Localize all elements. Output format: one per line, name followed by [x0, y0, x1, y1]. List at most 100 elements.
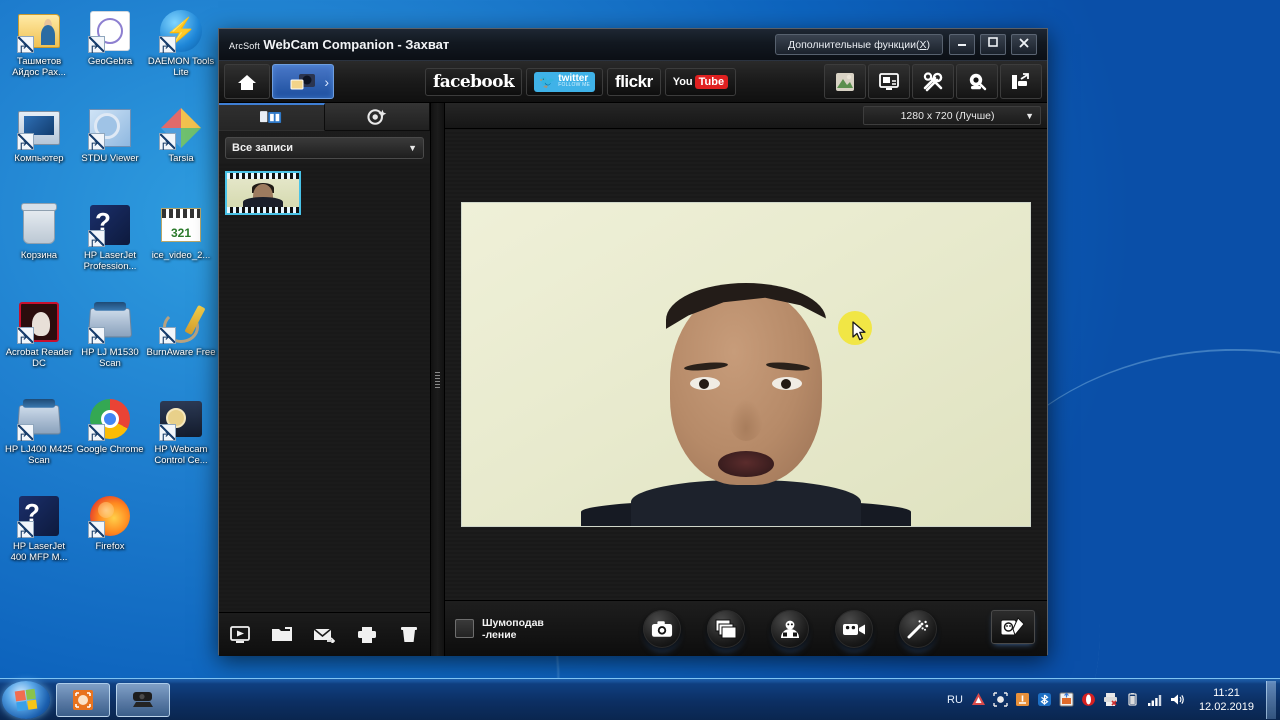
close-button[interactable] — [1011, 34, 1037, 55]
desktop-icon[interactable]: Компьютер — [4, 101, 74, 198]
desktop-icon[interactable]: HP LaserJet 400 MFP M... — [4, 489, 74, 586]
recording-thumbnail[interactable] — [225, 171, 301, 215]
start-button[interactable] — [2, 680, 50, 719]
person-eye-left — [690, 377, 720, 390]
photo-gallery-button[interactable] — [824, 64, 866, 99]
hp-webcam-control-icon — [158, 396, 204, 444]
arcsoft-webcam-companion-window: ArcSoft WebCam Companion - Захват Дополн… — [218, 28, 1048, 656]
camera-icon — [651, 620, 673, 637]
frames-button[interactable] — [991, 610, 1035, 644]
minimize-button[interactable] — [949, 34, 975, 55]
capture-mode-button[interactable] — [272, 64, 334, 99]
twitter-badge: 🐦 twitter FOLLOW ME — [534, 71, 596, 92]
print-button[interactable] — [354, 622, 380, 648]
taskbar-item-converter[interactable] — [56, 682, 110, 717]
desktop-icon[interactable]: STDU Viewer — [75, 101, 145, 198]
network-tray-icon[interactable] — [1147, 692, 1163, 708]
windows-taskbar: RU 11:21 12.02.2019 — [0, 678, 1280, 720]
camera-star-icon — [367, 108, 387, 125]
battery-tray-icon[interactable] — [1125, 692, 1141, 708]
webcam-settings-button[interactable] — [956, 64, 998, 99]
desktop-icon[interactable]: BurnAware Free — [146, 295, 216, 392]
google-chrome-icon — [87, 396, 133, 444]
flickr-button[interactable]: flickr — [607, 67, 661, 96]
avast-tray-icon[interactable] — [971, 692, 987, 708]
desktop-icon-label: Корзина — [20, 250, 58, 261]
scanner-icon-art — [87, 308, 133, 338]
youtube-button[interactable]: You Tube — [664, 67, 737, 96]
webcam-preview[interactable] — [461, 202, 1031, 527]
envelope-icon — [313, 627, 336, 643]
user-folder-icon-art — [18, 14, 60, 48]
opera-tray-icon[interactable] — [1081, 692, 1097, 708]
screen-settings-button[interactable] — [868, 64, 910, 99]
delete-button[interactable] — [396, 622, 422, 648]
desktop-icon[interactable]: HP LJ400 M425 Scan — [4, 392, 74, 489]
capture-bottom-bar: Шумоподав -ление — [445, 600, 1047, 656]
desktop-icon-label: Ташметов Айдос Рах... — [12, 56, 66, 78]
noise-reduction-checkbox[interactable] — [455, 619, 474, 638]
recordings-list — [219, 163, 430, 612]
person-nose — [729, 399, 763, 441]
desktop-icon[interactable]: HP LaserJet Profession... — [75, 198, 145, 295]
play-button[interactable] — [227, 622, 253, 648]
video-camera-icon — [843, 623, 865, 635]
update-tray-icon[interactable] — [1059, 692, 1075, 708]
splitter-grip-icon — [435, 371, 440, 388]
recordings-filter-select[interactable]: Все записи ▼ — [225, 137, 424, 159]
magic-effects-button[interactable] — [899, 609, 937, 648]
preview-side: 1280 x 720 (Лучше) ▼ Шумоподав -ление — [445, 103, 1047, 656]
desktop-icon-label: Tarsia — [168, 153, 194, 164]
home-button[interactable] — [224, 64, 270, 99]
facebook-button[interactable]: facebook — [425, 67, 523, 96]
bluetooth-tray-icon[interactable] — [1037, 692, 1053, 708]
open-folder-button[interactable] — [269, 622, 295, 648]
extra-functions-button[interactable]: Дополнительные функции(X) — [775, 34, 943, 55]
taskbar-item-webcam[interactable] — [116, 682, 170, 717]
record-video-button[interactable] — [835, 609, 873, 648]
orange-tray-icon[interactable] — [1015, 692, 1031, 708]
desktop-icon[interactable]: DAEMON Tools Lite — [146, 4, 216, 101]
noise-reduction-group: Шумоподав -ление — [455, 617, 605, 641]
export-device-button[interactable] — [1000, 64, 1042, 99]
mask-effect-button[interactable] — [771, 609, 809, 648]
email-button[interactable] — [311, 622, 337, 648]
panel-tab-strip — [219, 103, 430, 131]
desktop-icon[interactable]: ice_video_2... — [146, 198, 216, 295]
maximize-button[interactable] — [980, 34, 1006, 55]
printer-tray-icon[interactable] — [1103, 692, 1119, 708]
desktop-icon[interactable]: Корзина — [4, 198, 74, 295]
home-icon — [238, 74, 256, 90]
capture-photo-button[interactable] — [643, 609, 681, 648]
desktop-icon[interactable]: HP LJ M1530 Scan — [75, 295, 145, 392]
capture-buttons-group — [643, 609, 937, 648]
desktop-icon[interactable]: Firefox — [75, 489, 145, 586]
desktop-icon[interactable]: HP Webcam Control Ce... — [146, 392, 216, 489]
burnaware-icon — [158, 299, 204, 347]
desktop-icon-label: Google Chrome — [76, 444, 144, 455]
show-desktop-button[interactable] — [1266, 680, 1276, 719]
desktop-icon[interactable]: Ташметов Айдос Рах... — [4, 4, 74, 101]
tab-media-library[interactable] — [219, 103, 325, 131]
volume-tray-icon[interactable] — [1169, 692, 1185, 708]
tools-button[interactable] — [912, 64, 954, 99]
stdu-viewer-icon — [87, 105, 133, 153]
desktop-icon-label: STDU Viewer — [81, 153, 139, 164]
desktop-icon[interactable]: GeoGebra — [75, 4, 145, 101]
tab-effects[interactable] — [324, 103, 430, 131]
desktop-icon-label: HP LaserJet 400 MFP M... — [10, 541, 68, 563]
desktop-icon[interactable]: Google Chrome — [75, 392, 145, 489]
pupil — [699, 379, 709, 389]
twitter-text: twitter FOLLOW ME — [558, 73, 590, 89]
panel-splitter[interactable] — [431, 103, 445, 656]
window-title-separator: - — [397, 37, 402, 52]
twitter-button[interactable]: 🐦 twitter FOLLOW ME — [526, 67, 604, 96]
resolution-select[interactable]: 1280 x 720 (Лучше) ▼ — [863, 106, 1041, 125]
hp-laserjet-help-icon-art — [19, 496, 59, 536]
clock[interactable]: 11:21 12.02.2019 — [1199, 686, 1254, 714]
desktop-icon[interactable]: Tarsia — [146, 101, 216, 198]
desktop-icon[interactable]: Acrobat Reader DC — [4, 295, 74, 392]
burst-capture-button[interactable] — [707, 609, 745, 648]
language-indicator[interactable]: RU — [947, 694, 963, 706]
select-tool-tray-icon[interactable] — [993, 692, 1009, 708]
